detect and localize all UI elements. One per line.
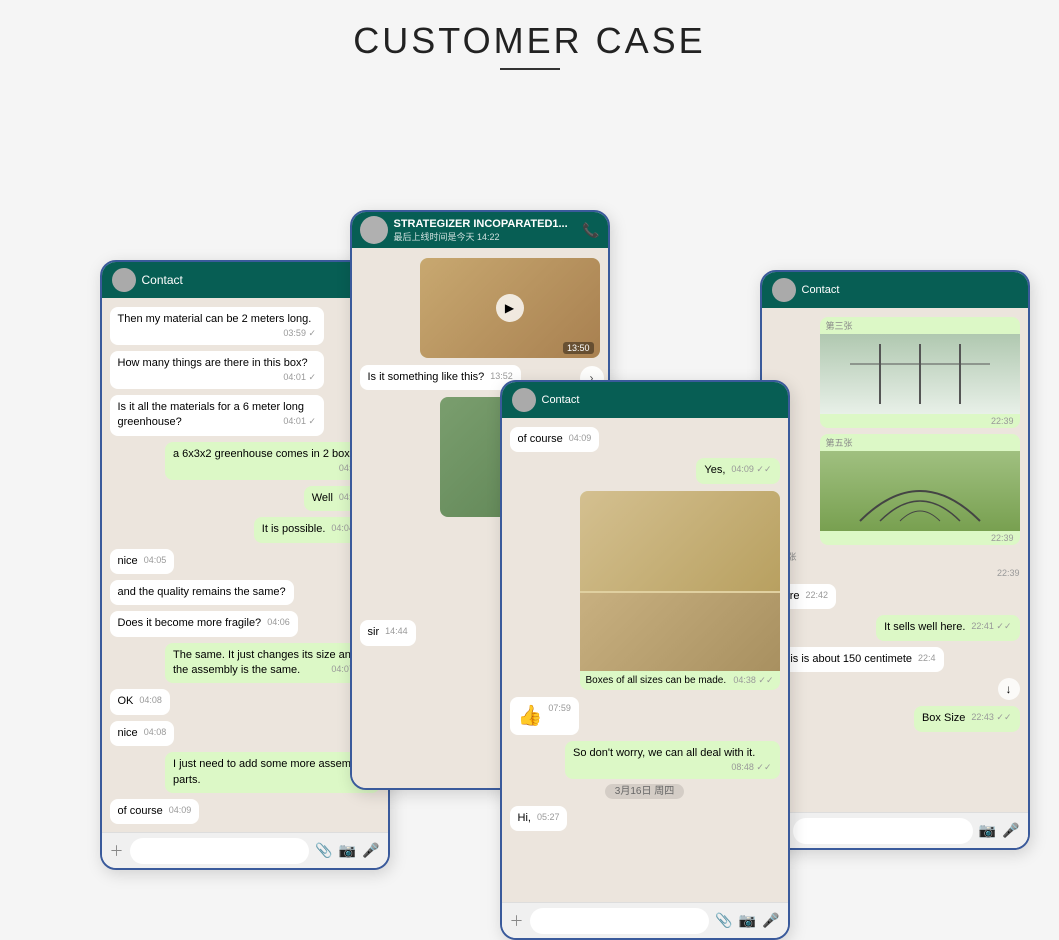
phone-mockup-3: Contact of course04:09 Yes,04:09 ✓✓ Boxe… (500, 380, 790, 940)
chat-input-4[interactable] (793, 818, 973, 844)
msg-bubble: This is about 150 centimete22:4 (770, 647, 944, 672)
mic-icon-3[interactable]: 🎤 (762, 912, 779, 929)
msg-bubble: Is it all the materials for a 6 meter lo… (110, 395, 325, 436)
time2: 22:39 (820, 531, 1020, 545)
msg-bubble: and the quality remains the same? (110, 580, 294, 605)
sir-msg: sir 14:44 (360, 620, 416, 645)
plus-icon[interactable]: ＋ (510, 911, 524, 931)
date-divider: 3月16日 周四 (502, 782, 788, 797)
msg-bubble: Then my material can be 2 meters long.03… (110, 307, 325, 345)
time3-label: 22:39 (997, 568, 1020, 578)
phone3-input-bar: ＋ 📎 📷 🎤 (502, 902, 788, 938)
phone4-header: Contact (762, 272, 1028, 308)
avatar (112, 268, 136, 292)
msg-bubble: of course04:09 (110, 799, 200, 824)
msg-bubble: So don't worry, we can all deal with it.… (565, 741, 780, 779)
phone4-contact: Contact (802, 284, 840, 296)
caption-msg: Is it something like this? 13:52 (360, 365, 521, 390)
phone-mockup-4: Contact 第三张 22:39 (760, 270, 1030, 850)
phone2-lastseen: 最后上线时间是今天 14:22 (394, 230, 568, 243)
avatar-3 (512, 388, 536, 412)
msg-bubble: nice04:08 (110, 721, 175, 746)
msg-bubble: I just need to add some more assembly pa… (165, 752, 380, 793)
msg-bubble: Hi,05:27 (510, 806, 568, 831)
msg-bubble: nice04:05 (110, 549, 175, 574)
time1: 22:39 (820, 414, 1020, 428)
phone2-header: STRATEGIZER INCOPARATED1... 最后上线时间是今天 14… (352, 212, 608, 248)
phone1-input-bar: ＋ 📎 📷 🎤 (102, 832, 388, 868)
thumbsup-msg: 👍07:59 (510, 697, 579, 735)
avatar-4 (772, 278, 796, 302)
phone2-contact: STRATEGIZER INCOPARATED1... (394, 218, 568, 230)
play-button[interactable]: ▶ (496, 294, 524, 322)
msg-bubble: Box Size22:43 ✓✓ (914, 706, 1020, 731)
msg-bubble: How many things are there in this box?04… (110, 351, 325, 389)
msg-bubble: OK04:08 (110, 689, 170, 714)
msg-bubble: The same. It just changes its size and t… (165, 643, 380, 684)
camera-icon[interactable]: 📷 (339, 842, 356, 859)
phone4-input-bar: 😊 📷 🎤 (762, 812, 1028, 848)
attach-icon[interactable]: 📎 (315, 842, 332, 859)
phone1-chat: Then my material can be 2 meters long.03… (102, 298, 388, 832)
boxes-img-msg: Boxes of all sizes can be made.04:38 ✓✓ (580, 491, 780, 690)
chat-input[interactable] (130, 838, 310, 864)
video-duration: 13:50 (563, 342, 594, 354)
emoji-icon[interactable]: ＋ (110, 841, 124, 861)
msg-bubble: It sells well here.22:41 ✓✓ (876, 615, 1019, 640)
msg-bubble: Yes,04:09 ✓✓ (696, 458, 779, 483)
chat-input-3[interactable] (530, 908, 710, 934)
phone3-contact: Contact (542, 394, 580, 406)
screenshots-container: Contact Then my material can be 2 meters… (40, 110, 1020, 830)
mic-icon-4[interactable]: 🎤 (1002, 822, 1019, 839)
section5-label: 第五张 (820, 434, 1020, 451)
mic-icon[interactable]: 🎤 (362, 842, 379, 859)
msg-bubble: Does it become more fragile?04:06 (110, 611, 298, 636)
avatar-2 (360, 216, 388, 244)
phone1-contact: Contact (142, 273, 183, 287)
attach-icon-3[interactable]: 📎 (715, 912, 732, 929)
phone4-chat: 第三张 22:39 第五张 (762, 308, 1028, 848)
camera-icon-4[interactable]: 📷 (979, 822, 996, 839)
msg-bubble: of course04:09 (510, 427, 600, 452)
scroll-down-indicator[interactable]: ↓ (998, 678, 1020, 700)
phone-mockup-1: Contact Then my material can be 2 meters… (100, 260, 390, 870)
phone3-chat: of course04:09 Yes,04:09 ✓✓ Boxes of all… (502, 418, 788, 902)
page-title: CUSTOMER CASE (353, 20, 705, 62)
section6-label: 第六张 (762, 548, 1028, 565)
phone1-header: Contact (102, 262, 388, 298)
section3-msg: 第三张 22:39 (820, 317, 1020, 428)
camera-icon-3[interactable]: 📷 (739, 912, 756, 929)
section5-msg: 第五张 22:39 (820, 434, 1020, 545)
phone3-header: Contact (502, 382, 788, 418)
section3-label: 第三张 (820, 317, 1020, 334)
title-underline (500, 68, 560, 70)
phone2-call-icon[interactable]: 📞 (582, 222, 599, 239)
msg-bubble: a 6x3x2 greenhouse comes in 2 boxes04:03… (165, 442, 380, 480)
video-msg: ▶ 13:50 (420, 258, 600, 358)
